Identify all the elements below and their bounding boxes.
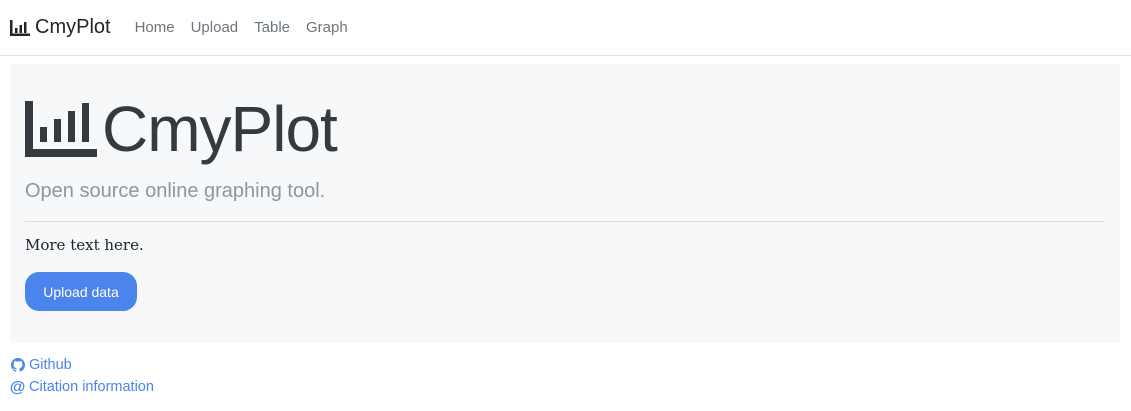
nav-link-table[interactable]: Table [254,19,290,36]
bar-chart-icon [25,101,97,157]
brand-label: CmyPlot [35,16,111,38]
footer-links: Github @ Citation information [10,354,154,398]
hero-lead: Open source online graphing tool. [25,180,326,202]
nav-links: Home Upload Table Graph [135,19,364,36]
upload-data-button[interactable]: Upload data [25,272,137,311]
hero-divider [25,221,1105,222]
citation-link[interactable]: @ Citation information [10,376,154,398]
navbar: CmyPlot Home Upload Table Graph [0,0,1131,56]
hero-title: CmyPlot [25,93,338,165]
nav-link-upload[interactable]: Upload [191,19,239,36]
hero-text: More text here. [25,236,144,254]
github-icon [10,358,25,373]
hero-title-text: CmyPlot [102,93,338,165]
github-link[interactable]: Github [10,354,154,376]
navbar-brand[interactable]: CmyPlot [10,16,111,39]
github-link-label: Github [29,357,72,373]
nav-link-graph[interactable]: Graph [306,19,348,36]
jumbotron: CmyPlot Open source online graphing tool… [10,64,1120,343]
nav-link-home[interactable]: Home [135,19,175,36]
at-icon: @ [9,378,26,396]
citation-link-label: Citation information [29,379,154,395]
bar-chart-icon [10,19,30,36]
